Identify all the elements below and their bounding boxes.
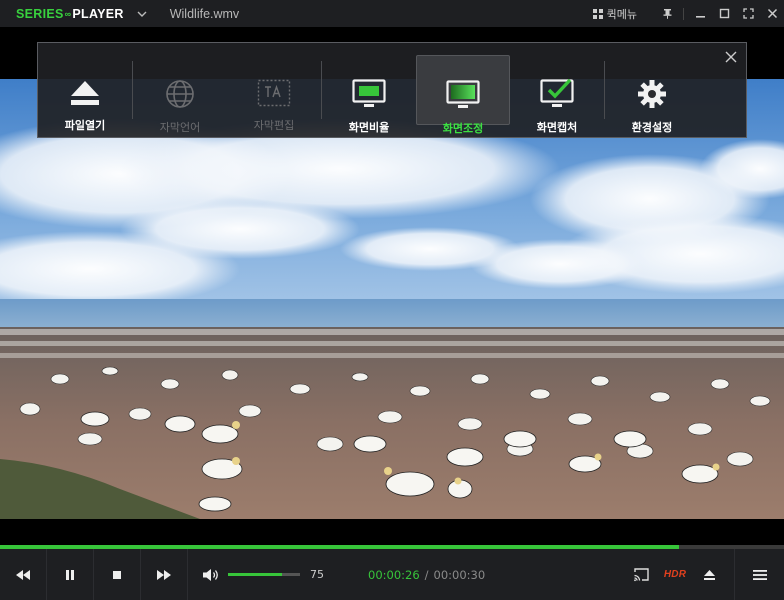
fullscreen-button[interactable] bbox=[736, 0, 760, 27]
close-icon bbox=[767, 8, 777, 19]
quick-menu-button[interactable]: 퀵메뉴 bbox=[592, 6, 637, 22]
control-bar-right: HDR bbox=[624, 549, 784, 600]
title-bar: SERIES ∞ PLAYER Wildlife.wmv 퀵메뉴 bbox=[0, 0, 784, 27]
hdr-button[interactable]: HDR bbox=[658, 549, 692, 600]
logo-link-glyph: ∞ bbox=[64, 8, 72, 19]
file-title: Wildlife.wmv bbox=[169, 6, 240, 21]
cast-icon bbox=[633, 568, 649, 582]
pin-icon bbox=[663, 9, 671, 19]
app-logo: SERIES ∞ PLAYER bbox=[0, 0, 124, 27]
title-divider bbox=[683, 7, 684, 20]
volume-control: 75 bbox=[202, 567, 326, 583]
menu-item-label: 화면조정 bbox=[442, 122, 484, 135]
menu-item-settings[interactable]: 환경설정 bbox=[605, 55, 699, 134]
eject-icon bbox=[703, 569, 715, 580]
fast-forward-icon bbox=[157, 569, 171, 580]
subtitle-edit-icon bbox=[257, 79, 291, 107]
menu-item-screen-capture[interactable]: 화면캡처 bbox=[510, 55, 604, 134]
eject-icon bbox=[71, 81, 99, 105]
gear-icon bbox=[638, 80, 666, 108]
minimize-button[interactable] bbox=[688, 0, 712, 27]
menu-item-screen-adjust[interactable]: 화면조정 bbox=[416, 55, 510, 135]
current-time: 00:00:26 bbox=[368, 567, 420, 582]
monitor-adjust-icon bbox=[446, 80, 480, 108]
menu-item-open-file[interactable]: 파일열기 bbox=[38, 55, 132, 132]
grid-icon bbox=[592, 8, 603, 19]
close-window-button[interactable] bbox=[760, 0, 784, 27]
menu-item-aspect-ratio[interactable]: 화면비율 bbox=[322, 55, 416, 134]
pin-button[interactable] bbox=[655, 0, 679, 27]
quick-menu-label: 퀵메뉴 bbox=[606, 7, 637, 21]
volume-icon[interactable] bbox=[202, 567, 220, 583]
globe-icon bbox=[166, 80, 194, 108]
time-display: 00:00:26 / 00:00:30 bbox=[368, 568, 485, 582]
window-controls: 퀵메뉴 bbox=[592, 0, 784, 27]
monitor-check-icon bbox=[540, 79, 574, 107]
menu-item-label: 화면캡처 bbox=[536, 121, 578, 134]
pause-button[interactable] bbox=[47, 549, 94, 600]
close-icon[interactable] bbox=[724, 50, 738, 64]
logo-player-text: PLAYER bbox=[72, 6, 124, 21]
maximize-button[interactable] bbox=[712, 0, 736, 27]
rewind-icon bbox=[16, 569, 30, 580]
volume-slider[interactable] bbox=[228, 573, 300, 576]
cast-button[interactable] bbox=[624, 549, 658, 600]
menu-item-label: 화면비율 bbox=[348, 121, 390, 134]
quick-overlay-menu: 파일열기 자막언어 자막편집 화면비율 화면조정 화면캡처 환경설정 bbox=[37, 42, 747, 138]
menu-item-label: 자막언어 bbox=[159, 121, 201, 134]
volume-level bbox=[228, 573, 282, 576]
menu-item-label: 자막편집 bbox=[253, 119, 295, 132]
monitor-icon bbox=[352, 79, 386, 107]
fullscreen-icon bbox=[742, 8, 754, 19]
app-menu-button[interactable] bbox=[130, 0, 154, 27]
chevron-down-icon bbox=[137, 11, 147, 17]
control-bar: 75 00:00:26 / 00:00:30 HDR bbox=[0, 549, 784, 600]
menu-item-label: 파일열기 bbox=[64, 119, 106, 132]
maximize-icon bbox=[719, 8, 729, 19]
volume-value: 75 bbox=[310, 568, 324, 581]
hamburger-menu-icon bbox=[752, 569, 767, 580]
menu-item-subtitle-language[interactable]: 자막언어 bbox=[133, 55, 227, 134]
video-frame-image bbox=[0, 79, 784, 519]
time-separator: / bbox=[424, 567, 429, 582]
hdr-badge: HDR bbox=[663, 569, 687, 580]
stop-button[interactable] bbox=[94, 549, 141, 600]
fast-forward-button[interactable] bbox=[141, 549, 188, 600]
stop-icon bbox=[113, 570, 121, 579]
main-menu-button[interactable] bbox=[734, 549, 784, 600]
pause-icon bbox=[66, 569, 74, 580]
video-area[interactable]: 파일열기 자막언어 자막편집 화면비율 화면조정 화면캡처 환경설정 bbox=[0, 27, 784, 545]
rewind-button[interactable] bbox=[0, 549, 47, 600]
minimize-icon bbox=[695, 16, 705, 18]
menu-item-subtitle-edit[interactable]: 자막편집 bbox=[227, 55, 321, 132]
total-time: 00:00:30 bbox=[433, 567, 486, 582]
eject-button[interactable] bbox=[692, 549, 726, 600]
logo-series-text: SERIES bbox=[16, 6, 64, 21]
menu-item-label: 환경설정 bbox=[631, 121, 673, 134]
